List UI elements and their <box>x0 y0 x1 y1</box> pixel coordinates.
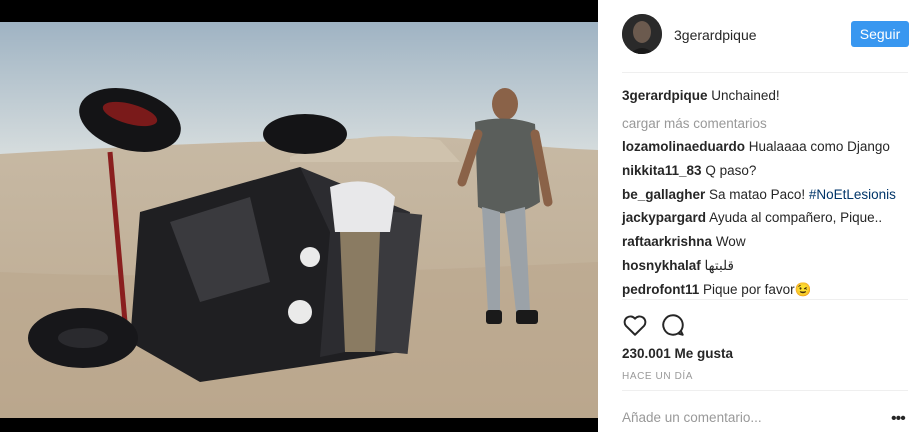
comment-username[interactable]: raftaarkrishna <box>622 234 712 249</box>
comment-text: Hualaaaa como Django <box>748 139 890 154</box>
load-more-comments-link[interactable]: cargar más comentarios <box>622 116 767 131</box>
like-count[interactable]: 230.001 Me gusta <box>622 346 733 361</box>
comment-username[interactable]: nikkita11_83 <box>622 163 702 178</box>
comment-text: Pique por favor😉 <box>703 281 812 297</box>
caption: 3gerardpique Unchained! <box>622 88 780 103</box>
caption-text: Unchained! <box>711 88 780 103</box>
post-photo[interactable] <box>0 22 598 420</box>
comment-item: pedrofont11 Pique por favor😉 <box>622 282 912 306</box>
comment-bubble-icon[interactable] <box>660 312 686 338</box>
comment-item: jackypargard Ayuda al compañero, Pique.. <box>622 210 912 234</box>
comment-item: hosnykhalaf قلبتها <box>622 258 912 282</box>
follow-button[interactable]: Seguir <box>851 21 909 47</box>
avatar-image <box>622 14 662 54</box>
comment-text: Wow <box>715 234 746 250</box>
header-divider <box>622 72 908 73</box>
comment-item: be_gallagher Sa matao Paco! #NoEtLesioni… <box>622 187 912 211</box>
comment-username[interactable]: jackypargard <box>622 210 706 225</box>
more-options-icon[interactable]: ••• <box>891 410 906 428</box>
comment-list: lozamolinaeduardo Hualaaaa como Django n… <box>622 139 912 306</box>
hashtag-link[interactable]: #NoEtLesionis <box>809 187 896 202</box>
post-timestamp[interactable]: HACE UN DÍA <box>622 371 693 382</box>
comment-username[interactable]: pedrofont11 <box>622 282 699 297</box>
author-username[interactable]: 3gerardpique <box>674 27 757 43</box>
photo-scene <box>0 22 598 420</box>
comment-text: قلبتها <box>704 257 734 273</box>
media-top-bar <box>0 0 598 22</box>
caption-username[interactable]: 3gerardpique <box>622 88 708 103</box>
media-bottom-bar <box>0 418 598 432</box>
add-comment-input[interactable]: Añade un comentario... <box>622 410 762 425</box>
comment-item: lozamolinaeduardo Hualaaaa como Django <box>622 139 912 163</box>
comment-username[interactable]: hosnykhalaf <box>622 258 701 273</box>
post-details-panel: 3gerardpique Seguir 3gerardpique Unchain… <box>598 0 916 432</box>
comment-item: raftaarkrishna Wow <box>622 234 912 258</box>
comment-text: Ayuda al compañero, Pique.. <box>709 210 883 226</box>
comment-item: nikkita11_83 Q paso? <box>622 163 912 187</box>
avatar[interactable] <box>622 14 662 54</box>
actions-divider <box>622 299 908 300</box>
post-header: 3gerardpique Seguir <box>598 0 916 72</box>
comment-box-divider <box>622 390 908 391</box>
comment-username[interactable]: be_gallagher <box>622 187 705 202</box>
heart-icon[interactable] <box>622 312 648 338</box>
comment-username[interactable]: lozamolinaeduardo <box>622 139 745 154</box>
comment-text: Sa matao Paco! <box>709 186 806 202</box>
comment-text: Q paso? <box>705 162 757 178</box>
